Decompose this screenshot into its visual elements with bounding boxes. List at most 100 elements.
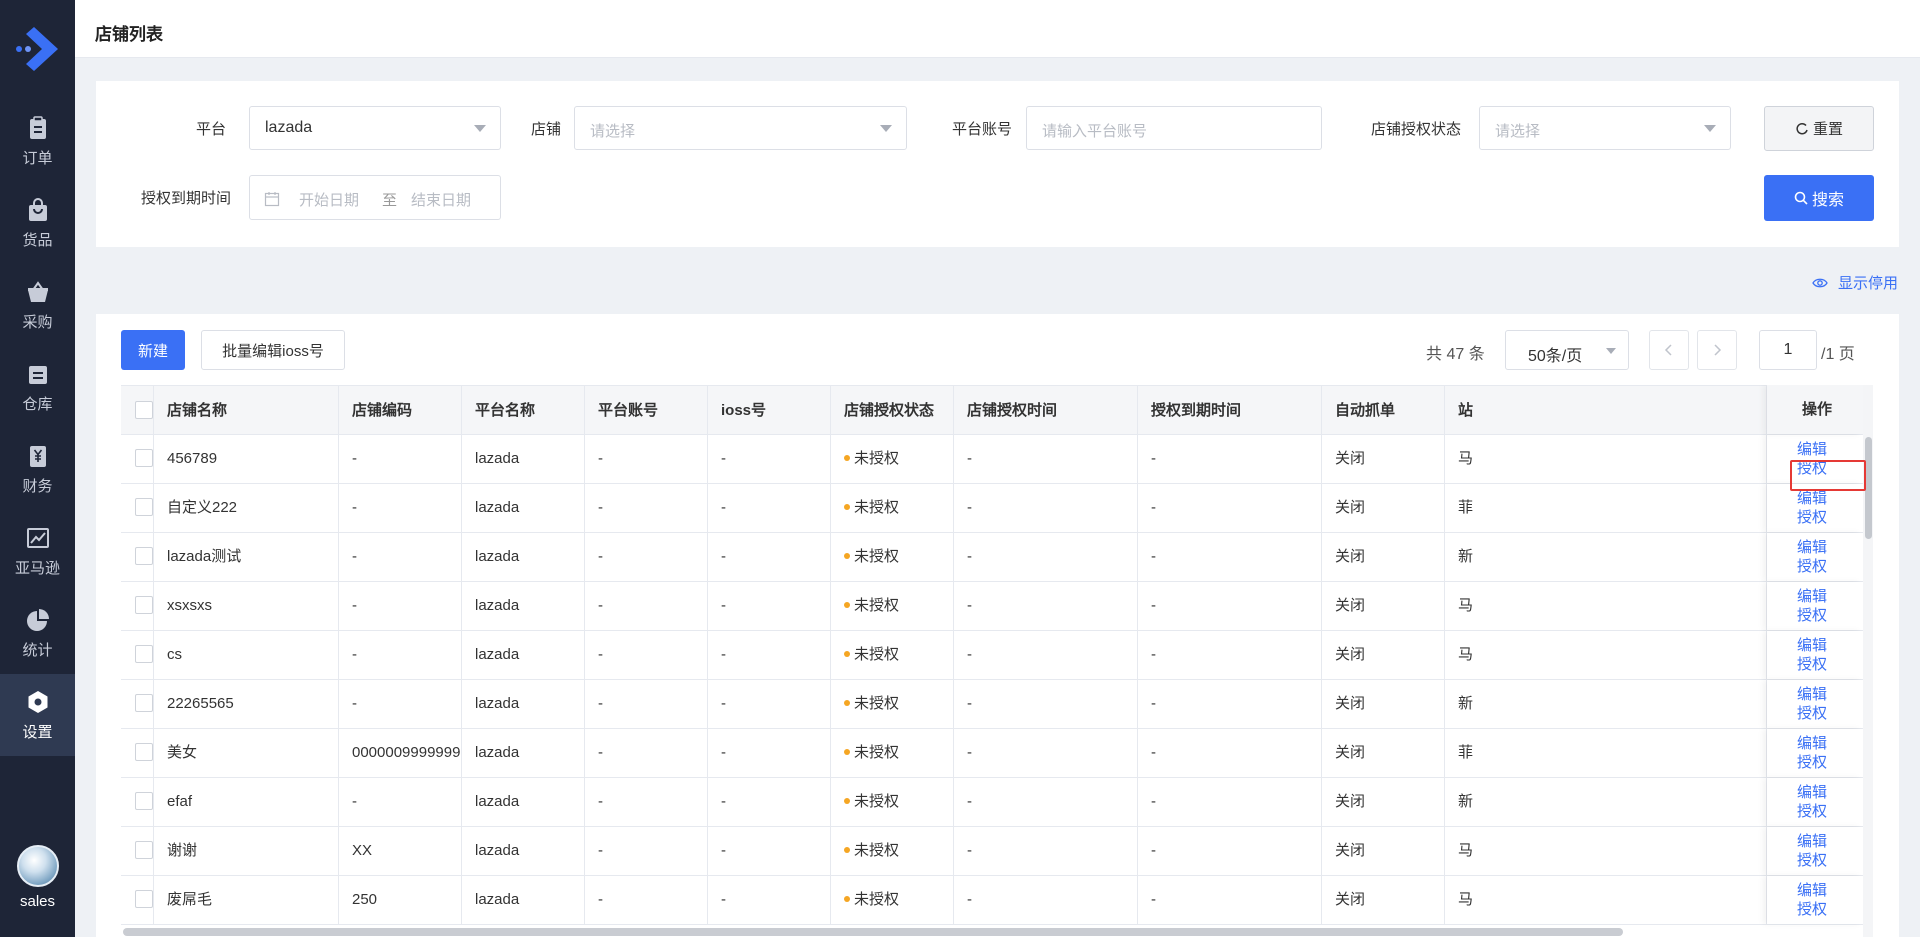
auth-status-select[interactable]: 请选择: [1479, 106, 1731, 150]
page-number-input[interactable]: 1: [1759, 330, 1817, 370]
row-checkbox[interactable]: [135, 547, 153, 565]
edit-link[interactable]: 编辑: [1797, 686, 1827, 703]
edit-link[interactable]: 编辑: [1797, 735, 1827, 752]
app-logo-icon[interactable]: [12, 24, 62, 74]
row-checkbox[interactable]: [135, 645, 153, 663]
table-row[interactable]: 456789- lazada - - 未授权 - - 关闭马编辑 授权: [121, 435, 1873, 484]
account-input[interactable]: 请输入平台账号: [1026, 106, 1322, 150]
authorize-link[interactable]: 授权: [1797, 509, 1827, 526]
table-row[interactable]: 谢谢 XX lazada - - 未授权 - - 关闭马编辑 授权: [121, 827, 1873, 876]
edit-link[interactable]: 编辑: [1797, 784, 1827, 801]
sidebar-item-order[interactable]: 订单: [0, 100, 75, 182]
authorize-link[interactable]: 授权: [1797, 803, 1827, 820]
authorize-link[interactable]: 授权: [1797, 754, 1827, 771]
row-checkbox[interactable]: [135, 596, 153, 614]
cell-name: cs: [154, 631, 339, 679]
cell-account: -: [585, 484, 708, 532]
row-checkbox[interactable]: [135, 498, 153, 516]
reset-button[interactable]: 重置: [1764, 106, 1874, 151]
authorize-link[interactable]: 授权: [1797, 901, 1827, 918]
vertical-scrollbar-thumb[interactable]: [1865, 437, 1872, 539]
row-checkbox[interactable]: [135, 890, 153, 908]
cell-site: 马: [1445, 582, 1767, 630]
platform-label: 平台: [196, 121, 227, 138]
authorize-link[interactable]: 授权: [1797, 460, 1827, 477]
table-row[interactable]: cs - lazada - - 未授权 - - 关闭马编辑 授权: [121, 631, 1873, 680]
authorize-link[interactable]: 授权: [1797, 705, 1827, 722]
auth-status-label: 店铺授权状态: [1371, 121, 1462, 138]
row-checkbox[interactable]: [135, 449, 153, 467]
row-checkbox[interactable]: [135, 792, 153, 810]
user-profile[interactable]: sales: [0, 845, 75, 910]
cell-name: 废屌毛: [154, 876, 339, 924]
cell-status: 未授权: [831, 827, 954, 875]
batch-edit-ioss-button[interactable]: 批量编辑ioss号: [201, 330, 345, 370]
sidebar-item-settings[interactable]: 设置: [0, 674, 75, 756]
status-dot-icon: [844, 602, 850, 609]
cell-auth-time: -: [954, 484, 1138, 532]
authorize-link[interactable]: 授权: [1797, 852, 1827, 869]
next-page-button[interactable]: [1697, 330, 1737, 370]
avatar[interactable]: [16, 845, 59, 887]
sidebar-item-amazon[interactable]: 亚马逊: [0, 510, 75, 592]
table-row[interactable]: 自定义222- lazada - - 未授权 - - 关闭菲编辑 授权: [121, 484, 1873, 533]
edit-link[interactable]: 编辑: [1797, 882, 1827, 899]
row-checkbox[interactable]: [135, 694, 153, 712]
cell-account: -: [585, 582, 708, 630]
cell-status: 未授权: [831, 778, 954, 826]
row-checkbox[interactable]: [135, 841, 153, 859]
edit-link[interactable]: 编辑: [1797, 637, 1827, 654]
cell-account: -: [585, 778, 708, 826]
prev-page-button[interactable]: [1649, 330, 1689, 370]
cell-name: xsxsxs: [154, 582, 339, 630]
table-row[interactable]: 22265565- lazada - - 未授权 - - 关闭新编辑 授权: [121, 680, 1873, 729]
authorize-link[interactable]: 授权: [1797, 656, 1827, 673]
sidebar-item-stats[interactable]: 统计: [0, 592, 75, 674]
sidebar-item-purchase[interactable]: 采购: [0, 264, 75, 346]
start-date-placeholder[interactable]: 开始日期: [299, 189, 359, 210]
row-checkbox[interactable]: [135, 743, 153, 761]
sidebar-item-goods[interactable]: 货品: [0, 182, 75, 264]
table-row[interactable]: 废屌毛 250 lazada - - 未授权 - - 关闭马编辑 授权: [121, 876, 1873, 925]
sidebar-nav: 订单 货品 采购 仓库 财务 亚马逊 统计 设置: [0, 100, 75, 756]
cell-expire-time: -: [1138, 827, 1322, 875]
sidebar: 订单 货品 采购 仓库 财务 亚马逊 统计 设置 sales: [0, 0, 75, 937]
table-row[interactable]: 美女 0000009999999 lazada - - 未授权 - - 关闭菲编辑 授权: [121, 729, 1873, 778]
search-button[interactable]: 搜索: [1764, 175, 1874, 221]
page-size-select[interactable]: 50条/页: [1505, 330, 1629, 370]
cell-auth-time: -: [954, 827, 1138, 875]
status-badge: 未授权: [854, 499, 900, 516]
edit-link[interactable]: 编辑: [1797, 539, 1827, 556]
cell-expire-time: -: [1138, 876, 1322, 924]
table-row[interactable]: lazada测试 - lazada - - 未授权 - - 关闭新编辑 授权: [121, 533, 1873, 582]
refresh-icon: [1796, 122, 1808, 134]
row-checkbox-cell: [121, 729, 154, 777]
row-checkbox-cell: [121, 533, 154, 581]
status-badge: 未授权: [854, 842, 900, 859]
select-all-checkbox[interactable]: [135, 401, 153, 419]
end-date-placeholder[interactable]: 结束日期: [411, 189, 471, 210]
table-row[interactable]: xsxsxs - lazada - - 未授权 - - 关闭马编辑 授权: [121, 582, 1873, 631]
edit-link[interactable]: 编辑: [1797, 833, 1827, 850]
expire-date-range[interactable]: 开始日期 至 结束日期: [249, 175, 501, 220]
edit-link[interactable]: 编辑: [1797, 441, 1827, 458]
authorize-link[interactable]: 授权: [1797, 558, 1827, 575]
table-row[interactable]: efaf - lazada - - 未授权 - - 关闭新编辑 授权: [121, 778, 1873, 827]
cell-platform: lazada: [462, 582, 585, 630]
cell-status: 未授权: [831, 631, 954, 679]
edit-link[interactable]: 编辑: [1797, 588, 1827, 605]
cell-status: 未授权: [831, 729, 954, 777]
platform-select[interactable]: lazada: [249, 106, 501, 150]
sidebar-item-warehouse[interactable]: 仓库: [0, 346, 75, 428]
show-disabled-toggle[interactable]: 显示停用: [1812, 272, 1898, 293]
shop-select[interactable]: 请选择: [574, 106, 907, 150]
authorize-link[interactable]: 授权: [1797, 607, 1827, 624]
horizontal-scrollbar[interactable]: [123, 928, 1623, 936]
cell-auto: 关闭: [1322, 680, 1445, 728]
edit-link[interactable]: 编辑: [1797, 490, 1827, 507]
new-shop-button[interactable]: 新建: [121, 330, 185, 370]
chevron-left-icon: [1664, 344, 1672, 356]
row-checkbox-cell: [121, 680, 154, 728]
row-checkbox-cell: [121, 827, 154, 875]
sidebar-item-finance[interactable]: 财务: [0, 428, 75, 510]
